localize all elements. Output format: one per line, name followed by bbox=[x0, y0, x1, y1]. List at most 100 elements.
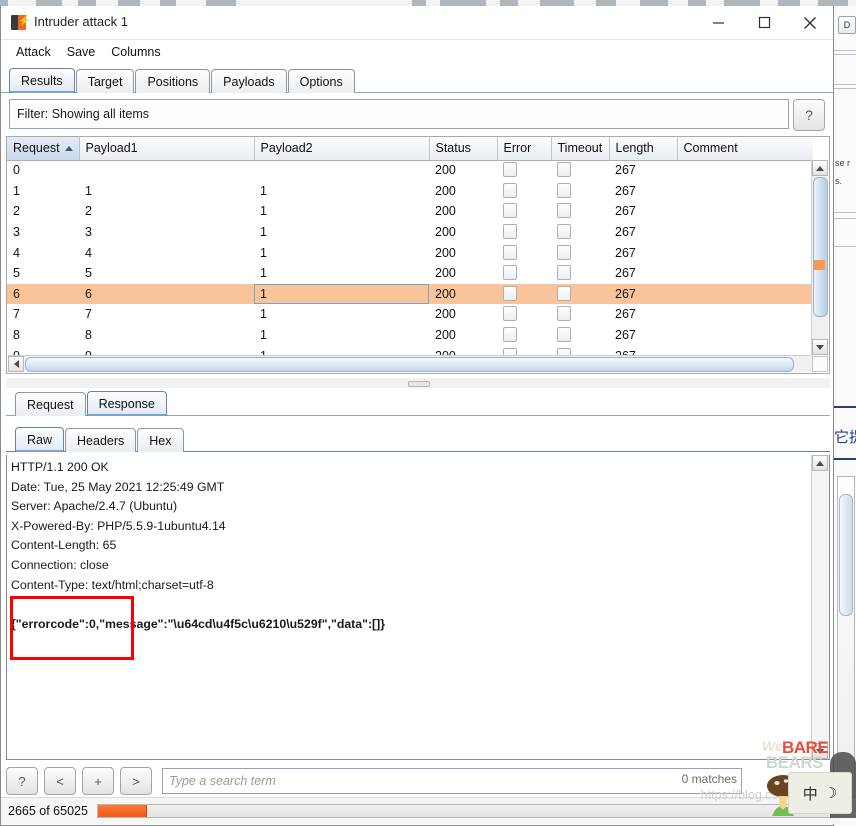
table-row[interactable]: 7 7 1 200 267 bbox=[7, 304, 813, 326]
close-icon[interactable] bbox=[787, 6, 833, 39]
tab-response[interactable]: Response bbox=[86, 391, 167, 416]
cell-timeout-checkbox[interactable] bbox=[551, 160, 609, 182]
menu-item-attack[interactable]: Attack bbox=[9, 43, 58, 61]
cell-request: 6 bbox=[7, 283, 79, 305]
results-scroll-thumb[interactable] bbox=[813, 177, 828, 317]
column-header-error[interactable]: Error bbox=[497, 137, 552, 161]
cell-error-checkbox[interactable] bbox=[497, 242, 551, 264]
checkbox-icon[interactable] bbox=[557, 265, 571, 281]
filter-help-button[interactable]: ? bbox=[793, 99, 825, 131]
cell-timeout-checkbox[interactable] bbox=[551, 304, 609, 326]
cell-error-checkbox[interactable] bbox=[497, 262, 551, 285]
scroll-down-icon[interactable] bbox=[812, 339, 828, 355]
cell-error-checkbox[interactable] bbox=[497, 221, 551, 243]
table-row[interactable]: 2 2 1 200 267 bbox=[7, 201, 813, 223]
checkbox-icon[interactable] bbox=[503, 224, 517, 240]
checkbox-icon[interactable] bbox=[557, 162, 571, 178]
cell-timeout-checkbox[interactable] bbox=[551, 262, 609, 285]
cell-request: 5 bbox=[7, 262, 79, 285]
response-raw-panel[interactable]: HTTP/1.1 200 OK Date: Tue, 25 May 2021 1… bbox=[6, 455, 830, 760]
cell-timeout-checkbox[interactable] bbox=[551, 242, 609, 264]
table-row[interactable]: 3 3 1 200 267 bbox=[7, 221, 813, 243]
cell-timeout-checkbox[interactable] bbox=[551, 283, 609, 305]
cell-timeout-checkbox[interactable] bbox=[551, 221, 609, 243]
search-next-button[interactable]: > bbox=[120, 767, 152, 795]
tab-request[interactable]: Request bbox=[15, 392, 86, 416]
search-matches-label: 0 matches bbox=[681, 772, 737, 786]
table-row[interactable]: 8 8 1 200 267 bbox=[7, 324, 813, 346]
table-row[interactable]: 6 6 1 200 267 bbox=[7, 283, 813, 305]
table-row[interactable]: 4 4 1 200 267 bbox=[7, 242, 813, 264]
checkbox-icon[interactable] bbox=[503, 244, 517, 260]
maximize-icon[interactable] bbox=[741, 6, 787, 39]
cell-status: 200 bbox=[429, 304, 497, 326]
cell-error-checkbox[interactable] bbox=[497, 160, 551, 182]
column-header-payload1[interactable]: Payload1 bbox=[79, 137, 255, 161]
scroll-left-icon[interactable] bbox=[8, 356, 24, 372]
search-input[interactable]: Type a search term bbox=[162, 768, 742, 794]
table-row[interactable]: 5 5 1 200 267 bbox=[7, 262, 813, 285]
tab-raw[interactable]: Raw bbox=[15, 427, 65, 452]
menu-item-columns[interactable]: Columns bbox=[104, 43, 167, 61]
checkbox-icon[interactable] bbox=[503, 327, 517, 343]
cell-payload1 bbox=[79, 160, 254, 182]
cell-request: 8 bbox=[7, 324, 79, 346]
cell-timeout-checkbox[interactable] bbox=[551, 324, 609, 346]
splitter-grip[interactable] bbox=[408, 381, 430, 387]
checkbox-icon[interactable] bbox=[557, 327, 571, 343]
cell-error-checkbox[interactable] bbox=[497, 324, 551, 346]
minimize-icon[interactable] bbox=[695, 6, 741, 39]
ime-status-indicator[interactable]: 中 ☽ bbox=[788, 772, 852, 814]
table-row[interactable]: 1 1 1 200 267 bbox=[7, 180, 813, 202]
results-hscroll-thumb[interactable] bbox=[25, 357, 794, 372]
cell-comment bbox=[677, 324, 813, 346]
search-help-button[interactable]: ? bbox=[6, 767, 38, 795]
column-header-length[interactable]: Length bbox=[609, 137, 678, 161]
response-scroll-down-icon[interactable] bbox=[812, 743, 828, 759]
cell-status: 200 bbox=[429, 201, 497, 223]
tab-hex[interactable]: Hex bbox=[137, 428, 184, 452]
title-bar[interactable]: Intruder attack 1 bbox=[1, 6, 833, 40]
checkbox-icon[interactable] bbox=[557, 244, 571, 260]
checkbox-icon[interactable] bbox=[503, 306, 517, 322]
tab-results[interactable]: Results bbox=[9, 68, 75, 93]
column-header-status[interactable]: Status bbox=[429, 137, 498, 161]
cell-error-checkbox[interactable] bbox=[497, 304, 551, 326]
tab-positions[interactable]: Positions bbox=[135, 69, 211, 93]
column-header-comment[interactable]: Comment bbox=[677, 137, 813, 161]
checkbox-icon[interactable] bbox=[557, 285, 571, 301]
menu-item-save[interactable]: Save bbox=[60, 43, 103, 61]
filter-text[interactable]: Filter: Showing all items bbox=[9, 99, 789, 129]
checkbox-icon[interactable] bbox=[503, 265, 517, 281]
checkbox-icon[interactable] bbox=[503, 203, 517, 219]
column-header-timeout[interactable]: Timeout bbox=[551, 137, 610, 161]
search-prev-button[interactable]: < bbox=[44, 767, 76, 795]
cell-error-checkbox[interactable] bbox=[497, 283, 551, 305]
scroll-up-icon[interactable] bbox=[812, 160, 828, 176]
search-add-button[interactable]: + bbox=[82, 767, 114, 795]
tab-options[interactable]: Options bbox=[287, 69, 355, 93]
checkbox-icon[interactable] bbox=[503, 162, 517, 178]
cell-timeout-checkbox[interactable] bbox=[551, 180, 609, 202]
cell-error-checkbox[interactable] bbox=[497, 180, 551, 202]
panel-splitter[interactable] bbox=[6, 378, 830, 388]
checkbox-icon[interactable] bbox=[503, 285, 517, 301]
checkbox-icon[interactable] bbox=[557, 182, 571, 198]
response-vertical-scrollbar[interactable] bbox=[811, 455, 829, 759]
tab-headers[interactable]: Headers bbox=[65, 428, 137, 452]
cell-timeout-checkbox[interactable] bbox=[551, 201, 609, 223]
checkbox-icon[interactable] bbox=[557, 203, 571, 219]
checkbox-icon[interactable] bbox=[503, 182, 517, 198]
checkbox-icon[interactable] bbox=[557, 306, 571, 322]
checkbox-icon[interactable] bbox=[557, 224, 571, 240]
table-row[interactable]: 0 200 267 bbox=[7, 160, 813, 182]
column-header-request[interactable]: Request bbox=[7, 137, 80, 161]
response-scroll-up-icon[interactable] bbox=[812, 455, 828, 471]
background-window-sliver[interactable]: D se r s. 它提 bbox=[833, 6, 856, 826]
results-horizontal-scrollbar[interactable] bbox=[8, 355, 828, 372]
results-vertical-scrollbar[interactable] bbox=[811, 160, 828, 355]
column-header-payload2[interactable]: Payload2 bbox=[254, 137, 430, 161]
tab-payloads[interactable]: Payloads bbox=[211, 69, 287, 93]
cell-error-checkbox[interactable] bbox=[497, 201, 551, 223]
tab-target[interactable]: Target bbox=[75, 69, 135, 93]
